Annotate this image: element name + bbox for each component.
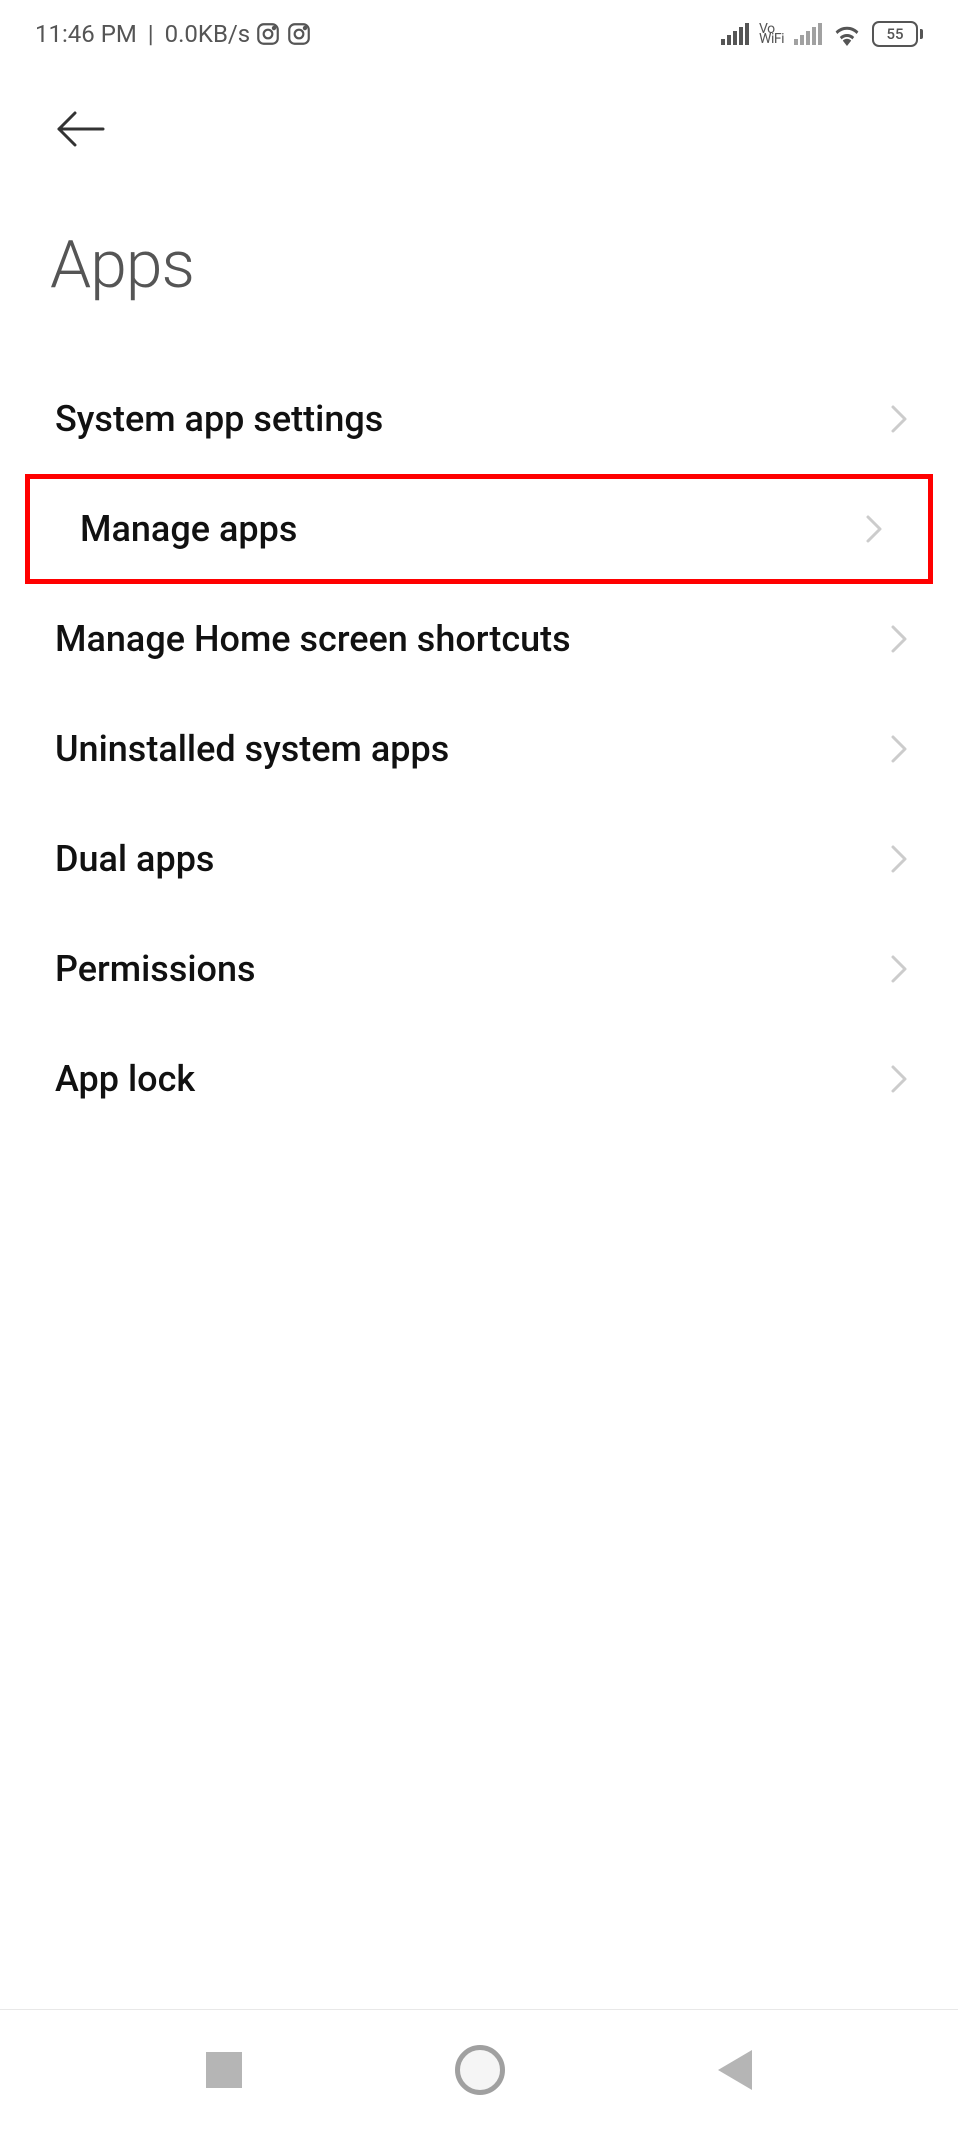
instagram-icon [286, 21, 312, 47]
statusbar-left: 11:46 PM | 0.0KB/s [35, 20, 312, 48]
list-item-manage-home-shortcuts[interactable]: Manage Home screen shortcuts [0, 584, 958, 694]
list-item-uninstalled-system-apps[interactable]: Uninstalled system apps [0, 694, 958, 804]
battery-icon: 55 [872, 21, 923, 47]
battery-level: 55 [872, 21, 918, 47]
chevron-right-icon [890, 1064, 908, 1094]
instagram-icon [255, 21, 281, 47]
statusbar-separator: | [142, 20, 160, 48]
settings-list: System app settings Manage apps Manage H… [0, 364, 958, 1134]
statusbar-right: VoWiFi 55 [721, 21, 923, 47]
chevron-right-icon [890, 404, 908, 434]
statusbar: 11:46 PM | 0.0KB/s VoWiFi [0, 0, 958, 65]
chevron-right-icon [890, 954, 908, 984]
header-nav [0, 65, 958, 152]
chevron-right-icon [890, 624, 908, 654]
list-item-app-lock[interactable]: App lock [0, 1024, 958, 1134]
list-item-label: Dual apps [55, 838, 214, 880]
list-item-label: Uninstalled system apps [55, 728, 449, 770]
android-navbar [0, 2009, 958, 2129]
list-item-dual-apps[interactable]: Dual apps [0, 804, 958, 914]
chevron-right-icon [890, 844, 908, 874]
page-title: Apps [0, 152, 958, 364]
nav-recents-icon[interactable] [206, 2052, 242, 2088]
list-item-permissions[interactable]: Permissions [0, 914, 958, 1024]
list-item-label: Manage apps [80, 508, 297, 550]
list-item-label: Manage Home screen shortcuts [55, 618, 571, 660]
chevron-right-icon [890, 734, 908, 764]
list-item-label: Permissions [55, 948, 256, 990]
signal-bars-icon [721, 23, 749, 45]
list-item-label: System app settings [55, 398, 383, 440]
chevron-right-icon [865, 514, 883, 544]
vowifi-label: VoWiFi [759, 24, 784, 44]
nav-home-icon[interactable] [455, 2045, 505, 2095]
wifi-icon [832, 22, 862, 46]
back-arrow-icon[interactable] [55, 110, 105, 148]
statusbar-network-speed: 0.0KB/s [165, 20, 251, 48]
list-item-manage-apps[interactable]: Manage apps [25, 474, 933, 584]
list-item-system-app-settings[interactable]: System app settings [0, 364, 958, 474]
statusbar-time: 11:46 PM [35, 20, 137, 48]
signal-bars-icon [794, 23, 822, 45]
list-item-label: App lock [55, 1058, 195, 1100]
nav-back-icon[interactable] [718, 2050, 752, 2090]
